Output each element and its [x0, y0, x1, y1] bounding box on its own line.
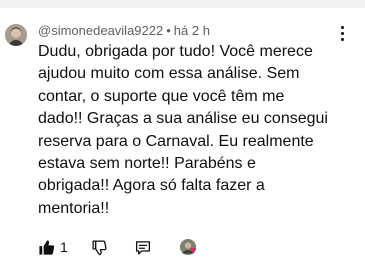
comment-text-line: dado!! Graças a sua análise eu consegui [38, 110, 328, 128]
comment-text-line: ajudou muito com essa análise. Sem [38, 65, 300, 83]
dislike-button[interactable] [91, 237, 108, 257]
thumbs-up-filled-icon [39, 239, 55, 255]
comment-header: @simonedeavila9222 • há 2 h [38, 23, 210, 38]
reply-button[interactable] [134, 237, 152, 257]
thumbs-down-icon [92, 239, 107, 255]
reply-comment-icon [135, 240, 151, 255]
creator-heart-badge: ♥ [180, 237, 197, 257]
like-count: 1 [60, 239, 68, 255]
author-avatar[interactable] [5, 24, 27, 46]
comment-text-line: estava sem norte!! Parabéns e [38, 155, 256, 173]
like-button[interactable]: 1 [38, 237, 68, 257]
author-handle[interactable]: @simonedeavila9222 [38, 23, 163, 38]
comment-text-line: mentoria!! [38, 199, 110, 217]
comment-text-line: obrigada!! Agora só falta fazer a [38, 177, 265, 195]
comment-timestamp[interactable]: há 2 h [174, 23, 210, 38]
comment-text-line: Dudu, obrigada por tudo! Você merece [38, 43, 313, 60]
comment-thread-item: @simonedeavila9222 • há 2 h Dudu, obrigada… [0, 0, 365, 263]
comment-text-line: contar, o suporte que você têm me [38, 87, 285, 105]
heart-icon: ♥ [190, 245, 197, 257]
header-separator: • [166, 23, 171, 38]
comment-text-line: reserva para o Carnaval. Eu realmente [38, 132, 314, 150]
comment-text: Dudu, obrigada por tudo! Você merece aju… [38, 41, 338, 220]
creator-avatar: ♥ [180, 239, 197, 257]
avatar-image-icon [5, 24, 27, 46]
